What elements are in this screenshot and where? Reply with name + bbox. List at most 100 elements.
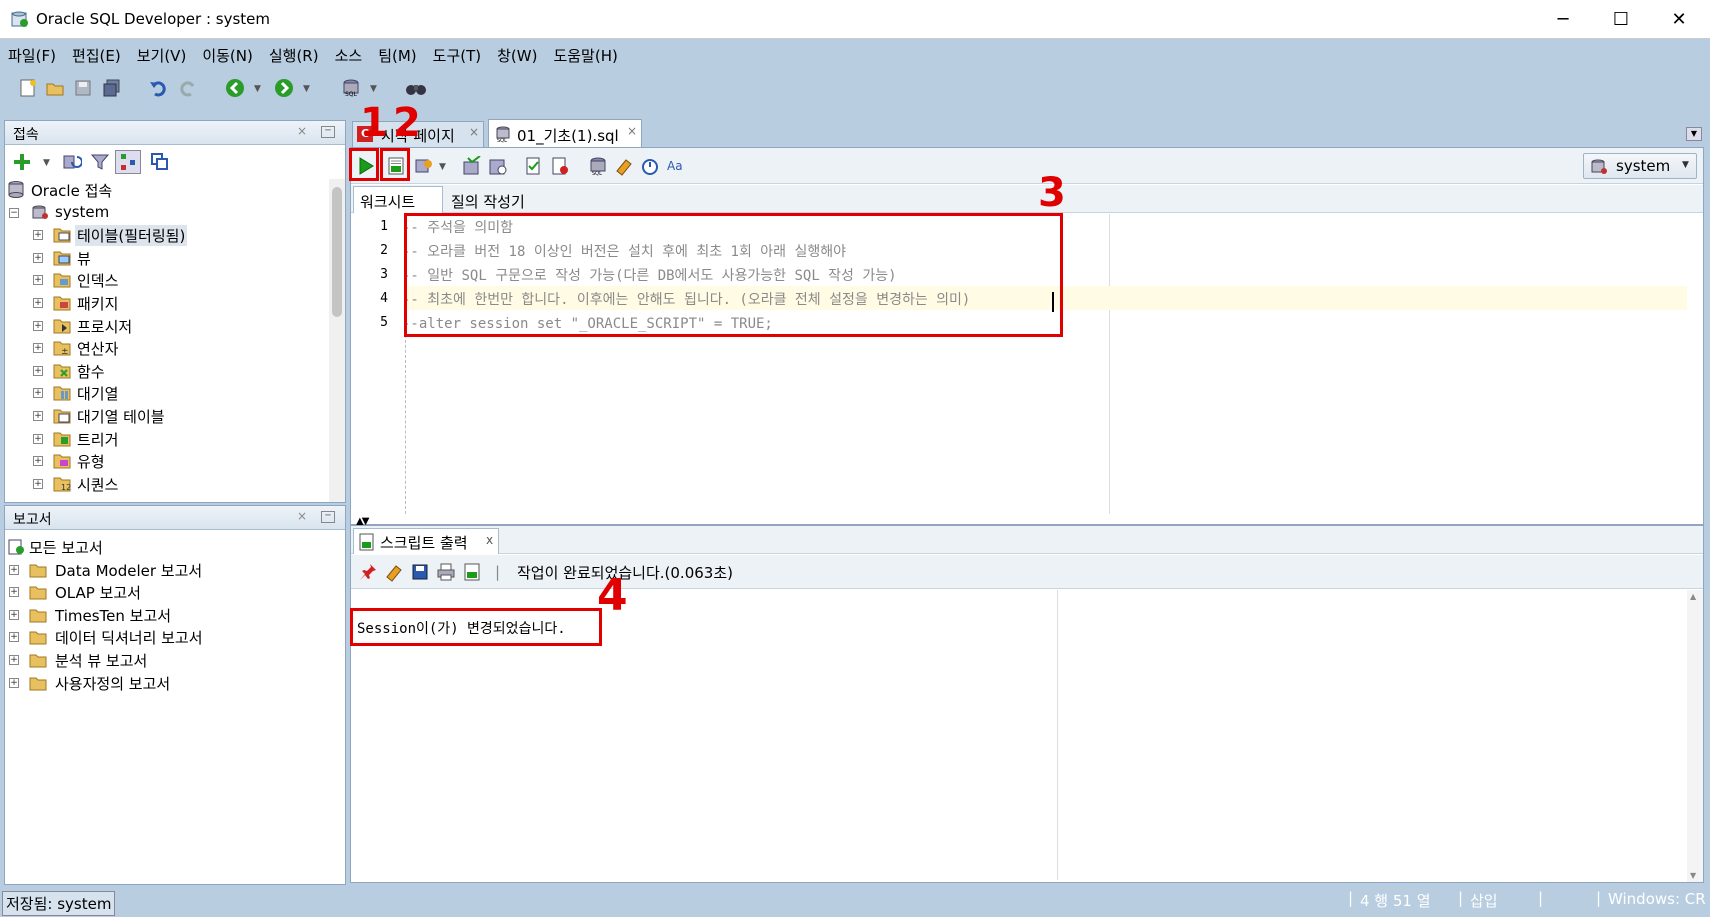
tab-list-dropdown-icon[interactable]: ▼	[1686, 127, 1702, 141]
expand-toggle-icon[interactable]: +	[9, 564, 19, 575]
menu-view[interactable]: 보기(V)	[137, 45, 187, 66]
forward-dropdown-icon[interactable]: ▼	[303, 84, 313, 94]
connections-panel-minimize-icon[interactable]: ─	[321, 126, 335, 138]
minimize-button[interactable]: ─	[1534, 0, 1592, 39]
filter-icon[interactable]	[89, 151, 111, 173]
reports-panel-close-icon[interactable]: ×	[297, 509, 307, 523]
refresh-icon[interactable]	[61, 151, 83, 173]
expand-toggle-icon[interactable]: +	[33, 320, 43, 331]
tree-connection-system[interactable]: − system	[5, 202, 329, 225]
pin-icon[interactable]	[357, 561, 379, 583]
back-icon[interactable]	[224, 77, 246, 99]
tab-close-icon[interactable]: ×	[627, 124, 637, 138]
menu-window[interactable]: 창(W)	[497, 45, 537, 66]
scroll-up-icon[interactable]: ▲	[1690, 592, 1696, 601]
add-connection-icon[interactable]	[11, 151, 33, 173]
expand-toggle-icon[interactable]: +	[33, 433, 43, 444]
subtab-query-builder[interactable]: 질의 작성기	[447, 186, 543, 213]
close-button[interactable]: ✕	[1650, 0, 1708, 39]
menu-run[interactable]: 실행(R)	[269, 45, 319, 66]
redo-icon[interactable]	[177, 77, 199, 99]
tree-item-timesten-reports[interactable]: + TimesTen 보고서	[5, 604, 329, 627]
save-icon[interactable]	[72, 77, 94, 99]
tree-item-queue-tables[interactable]: + 대기열 테이블	[5, 405, 329, 428]
tree-item-sequences[interactable]: + 12 시퀀스	[5, 473, 329, 496]
tab-sql-file[interactable]: SQL 01_기초(1).sql ×	[488, 119, 642, 147]
expand-toggle-icon[interactable]: +	[33, 478, 43, 489]
expand-toggle-icon[interactable]: +	[33, 297, 43, 308]
format-case-icon[interactable]: Aa	[665, 155, 687, 177]
menu-team[interactable]: 팀(M)	[378, 45, 416, 66]
undo-icon[interactable]	[147, 77, 169, 99]
commit-icon[interactable]	[461, 155, 483, 177]
expand-toggle-icon[interactable]: +	[9, 632, 19, 643]
clear-eraser-icon[interactable]	[383, 561, 405, 583]
expand-toggle-icon[interactable]: +	[9, 587, 19, 598]
expand-toggle-icon[interactable]: +	[33, 388, 43, 399]
new-file-icon[interactable]	[17, 77, 39, 99]
autotrace-dropdown-icon[interactable]: ▼	[439, 162, 449, 172]
print-icon[interactable]	[435, 561, 457, 583]
collapse-all-icon[interactable]	[149, 151, 171, 173]
forward-icon[interactable]	[273, 77, 295, 99]
menu-file[interactable]: 파일(F)	[8, 45, 56, 66]
tree-root-oracle-connections[interactable]: Oracle 접속	[5, 179, 329, 202]
explain-plan-icon[interactable]	[523, 155, 545, 177]
connections-scrollbar[interactable]	[329, 179, 345, 502]
tree-item-indexes[interactable]: + 인덱스	[5, 269, 329, 292]
add-connection-dropdown-icon[interactable]: ▼	[43, 158, 53, 168]
tree-item-user-defined-reports[interactable]: + 사용자정의 보고서	[5, 672, 329, 695]
collapse-toggle-icon[interactable]: −	[9, 207, 19, 218]
connection-selector[interactable]: system ▼	[1583, 153, 1697, 179]
expand-toggle-icon[interactable]: +	[33, 410, 43, 421]
sql-history-icon[interactable]: SQL	[587, 155, 609, 177]
maximize-button[interactable]: ☐	[1592, 0, 1650, 39]
menu-tools[interactable]: 도구(T)	[433, 45, 481, 66]
expand-toggle-icon[interactable]: +	[33, 275, 43, 286]
save-all-icon[interactable]	[101, 77, 123, 99]
sql-monitor-icon[interactable]	[639, 155, 661, 177]
binoculars-icon[interactable]	[405, 77, 427, 99]
tree-item-views[interactable]: + 뷰	[5, 247, 329, 270]
expand-toggle-icon[interactable]: +	[9, 654, 19, 665]
tree-item-tables[interactable]: + 테이블(필터링됨)	[5, 224, 329, 247]
tree-item-analytic-view-reports[interactable]: + 분석 뷰 보고서	[5, 649, 329, 672]
expand-toggle-icon[interactable]: +	[33, 365, 43, 376]
tree-item-packages[interactable]: + 패키지	[5, 292, 329, 315]
sql-worksheet-dropdown-icon[interactable]: ▼	[370, 84, 380, 94]
tree-item-triggers[interactable]: + 트리거	[5, 428, 329, 451]
tree-item-data-dictionary-reports[interactable]: + 데이터 딕셔너리 보고서	[5, 626, 329, 649]
tree-item-functions[interactable]: + 함수	[5, 360, 329, 383]
schema-browser-icon[interactable]	[115, 150, 141, 174]
expand-toggle-icon[interactable]: +	[9, 677, 19, 688]
tree-root-all-reports[interactable]: 모든 보고서	[5, 536, 329, 559]
expand-toggle-icon[interactable]: +	[33, 230, 43, 241]
open-folder-icon[interactable]	[44, 77, 66, 99]
tab-close-icon[interactable]: ×	[469, 125, 479, 139]
connections-panel-close-icon[interactable]: ×	[297, 124, 307, 138]
tree-item-queues[interactable]: + 대기열	[5, 382, 329, 405]
expand-toggle-icon[interactable]: +	[9, 609, 19, 620]
scroll-down-icon[interactable]: ▼	[1690, 871, 1696, 880]
clear-eraser-icon[interactable]	[613, 155, 635, 177]
output-scrollbar[interactable]: ▲ ▼	[1687, 590, 1703, 882]
scrollbar-thumb[interactable]	[332, 187, 342, 317]
tree-item-types[interactable]: + 유형	[5, 450, 329, 473]
expand-toggle-icon[interactable]: +	[33, 456, 43, 467]
menu-source[interactable]: 소스	[335, 45, 363, 66]
menu-edit[interactable]: 편집(E)	[72, 45, 121, 66]
sql-tuning-icon[interactable]	[549, 155, 571, 177]
tree-item-data-modeler-reports[interactable]: + Data Modeler 보고서	[5, 559, 329, 582]
menu-navigate[interactable]: 이동(N)	[202, 45, 253, 66]
tree-item-olap-reports[interactable]: + OLAP 보고서	[5, 581, 329, 604]
sql-worksheet-icon[interactable]: SQL	[340, 77, 362, 99]
autotrace-icon[interactable]	[413, 155, 435, 177]
tab-script-output[interactable]: 스크립트 출력 x	[353, 528, 499, 554]
rollback-icon[interactable]	[487, 155, 509, 177]
expand-toggle-icon[interactable]: +	[33, 252, 43, 263]
run-script-output-icon[interactable]	[461, 561, 483, 583]
subtab-worksheet[interactable]: 워크시트	[353, 186, 443, 213]
tab-close-icon[interactable]: x	[486, 533, 493, 547]
expand-toggle-icon[interactable]: +	[33, 343, 43, 354]
tree-item-procedures[interactable]: + 프로시저	[5, 315, 329, 338]
